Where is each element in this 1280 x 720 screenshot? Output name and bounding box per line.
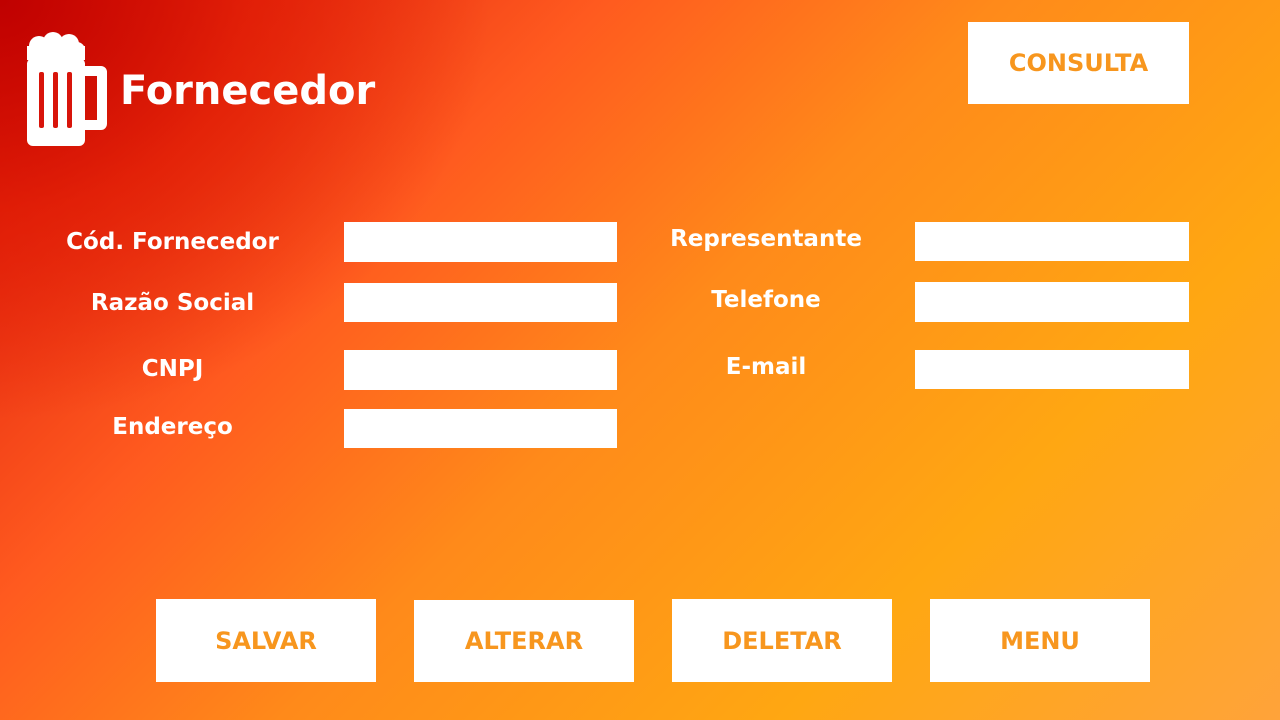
menu-button[interactable]: MENU (930, 599, 1150, 682)
deletar-button[interactable]: DELETAR (672, 599, 892, 682)
razao-social-label: Razão Social (90, 290, 255, 316)
representante-label: Representante (670, 226, 862, 252)
salvar-button[interactable]: SALVAR (156, 599, 376, 682)
telefone-field[interactable] (915, 282, 1189, 322)
email-label: E-mail (725, 354, 807, 380)
razao-social-field[interactable] (344, 283, 617, 322)
cnpj-label: CNPJ (141, 356, 204, 382)
codigo-fornecedor-label: Cód. Fornecedor (66, 229, 279, 255)
consulta-button[interactable]: CONSULTA (968, 22, 1189, 104)
telefone-label: Telefone (711, 287, 821, 313)
email-field[interactable] (915, 350, 1189, 389)
cnpj-field[interactable] (344, 350, 617, 390)
alterar-button[interactable]: ALTERAR (414, 600, 634, 682)
page-title: Fornecedor (120, 68, 376, 114)
codigo-fornecedor-field[interactable] (344, 222, 617, 262)
representante-field[interactable] (915, 222, 1189, 261)
endereco-label: Endereço (112, 414, 233, 440)
beer-mug-icon (27, 32, 107, 146)
endereco-field[interactable] (344, 409, 617, 448)
